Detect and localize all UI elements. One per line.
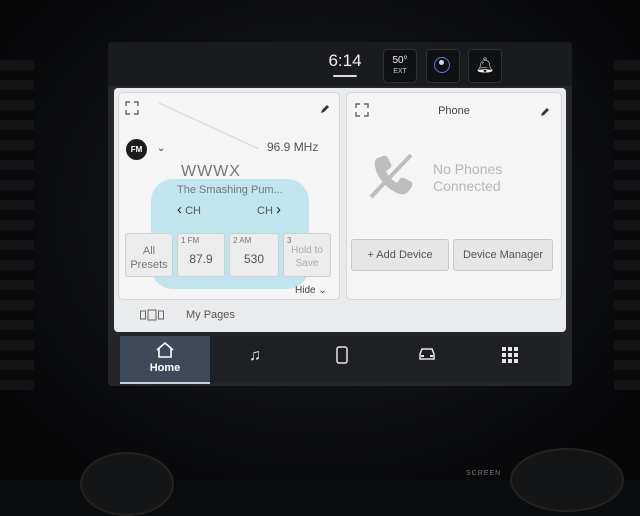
expand-icon[interactable] <box>125 101 139 115</box>
preset-2-button[interactable]: 2 AM 530 <box>229 233 279 277</box>
ch-next-label: CH <box>257 205 273 217</box>
nav-vehicle-button[interactable] <box>417 346 437 366</box>
hide-label: Hide <box>295 285 316 296</box>
frequency-label: 96.9 MHz <box>267 140 319 154</box>
temp-label: EXT <box>393 68 407 75</box>
preset-number: 1 FM <box>181 236 200 245</box>
volume-knob[interactable] <box>80 452 174 516</box>
home-widgets: FM ⌄ 96.9 MHz WWWX The Smashing Pum... ‹… <box>114 88 566 332</box>
home-icon <box>156 342 174 358</box>
my-pages-label[interactable]: My Pages <box>186 309 235 321</box>
nav-apps-button[interactable] <box>500 346 520 366</box>
nav-home-button[interactable]: Home <box>120 336 210 384</box>
chevron-down-icon: ⌄ <box>318 285 327 296</box>
tune-knob[interactable] <box>510 448 624 512</box>
band-badge[interactable]: FM <box>126 139 147 160</box>
nav-phone-button[interactable] <box>332 346 352 366</box>
preset-value: 530 <box>243 252 265 266</box>
temp-value: 50° <box>392 55 408 66</box>
user-profile-icon <box>434 57 450 73</box>
status-line-2: Connected <box>433 178 501 194</box>
status-bar: 6:14 50° EXT 🔔︎ <box>108 42 572 86</box>
status-line-1: No Phones <box>433 161 503 177</box>
clock: 6:14 <box>328 51 362 70</box>
channel-prev-button[interactable]: ‹ CH <box>177 201 201 218</box>
phone-title: Phone <box>438 105 470 117</box>
all-presets-label: All Presets <box>130 245 168 271</box>
preset-value: 87.9 <box>189 252 213 266</box>
chevron-right-icon: › <box>275 201 281 218</box>
nav-media-button[interactable]: ♫ <box>245 346 265 366</box>
radio-widget[interactable]: FM ⌄ 96.9 MHz WWWX The Smashing Pum... ‹… <box>118 92 340 300</box>
clock-underline <box>333 75 357 77</box>
driver-profile-button[interactable] <box>426 49 460 83</box>
vehicle-icon <box>419 348 435 360</box>
left-air-vent <box>0 60 34 390</box>
preset-value: Hold to Save <box>291 245 323 269</box>
phone-widget[interactable]: Phone No Phones Connected + Add Device D… <box>346 92 562 300</box>
no-phones-message: No Phones Connected <box>433 161 502 195</box>
song-title: The Smashing Pum... <box>177 184 283 196</box>
screen-label: SCREEN <box>466 470 502 477</box>
add-device-button[interactable]: + Add Device <box>351 239 449 271</box>
all-presets-button[interactable]: All Presets <box>125 233 173 277</box>
infotainment-screen: 6:14 50° EXT 🔔︎ FM ⌄ 96.9 MHz WWWX The S… <box>108 42 572 386</box>
ch-prev-label: CH <box>185 205 201 217</box>
preset-3-button[interactable]: 3 Hold to Save <box>283 233 331 277</box>
device-manager-button[interactable]: Device Manager <box>453 239 553 271</box>
right-air-vent <box>614 60 640 390</box>
no-phone-icon <box>369 153 413 199</box>
bottom-nav-bar: Home ♫ <box>120 336 560 384</box>
music-icon: ♫ <box>249 347 261 364</box>
chevron-left-icon: ‹ <box>177 201 182 218</box>
hide-presets-button[interactable]: Hide ⌄ <box>295 285 327 296</box>
channel-next-button[interactable]: CH › <box>257 201 281 218</box>
notifications-button[interactable]: 🔔︎ <box>468 49 502 83</box>
station-name: WWWX <box>181 163 241 180</box>
antenna-line <box>159 102 260 150</box>
apps-grid-icon <box>502 347 518 363</box>
phone-icon <box>336 346 348 364</box>
edit-pencil-icon[interactable] <box>539 105 551 117</box>
preset-1-button[interactable]: 1 FM 87.9 <box>177 233 225 277</box>
preset-number: 2 AM <box>233 236 252 245</box>
bell-icon: 🔔︎ <box>475 57 495 74</box>
chevron-down-icon[interactable]: ⌄ <box>157 143 165 154</box>
nav-home-label: Home <box>149 362 181 374</box>
edit-pencil-icon[interactable] <box>319 102 331 114</box>
outside-temp-button[interactable]: 50° EXT <box>383 49 417 83</box>
my-pages-icon[interactable] <box>140 309 164 321</box>
